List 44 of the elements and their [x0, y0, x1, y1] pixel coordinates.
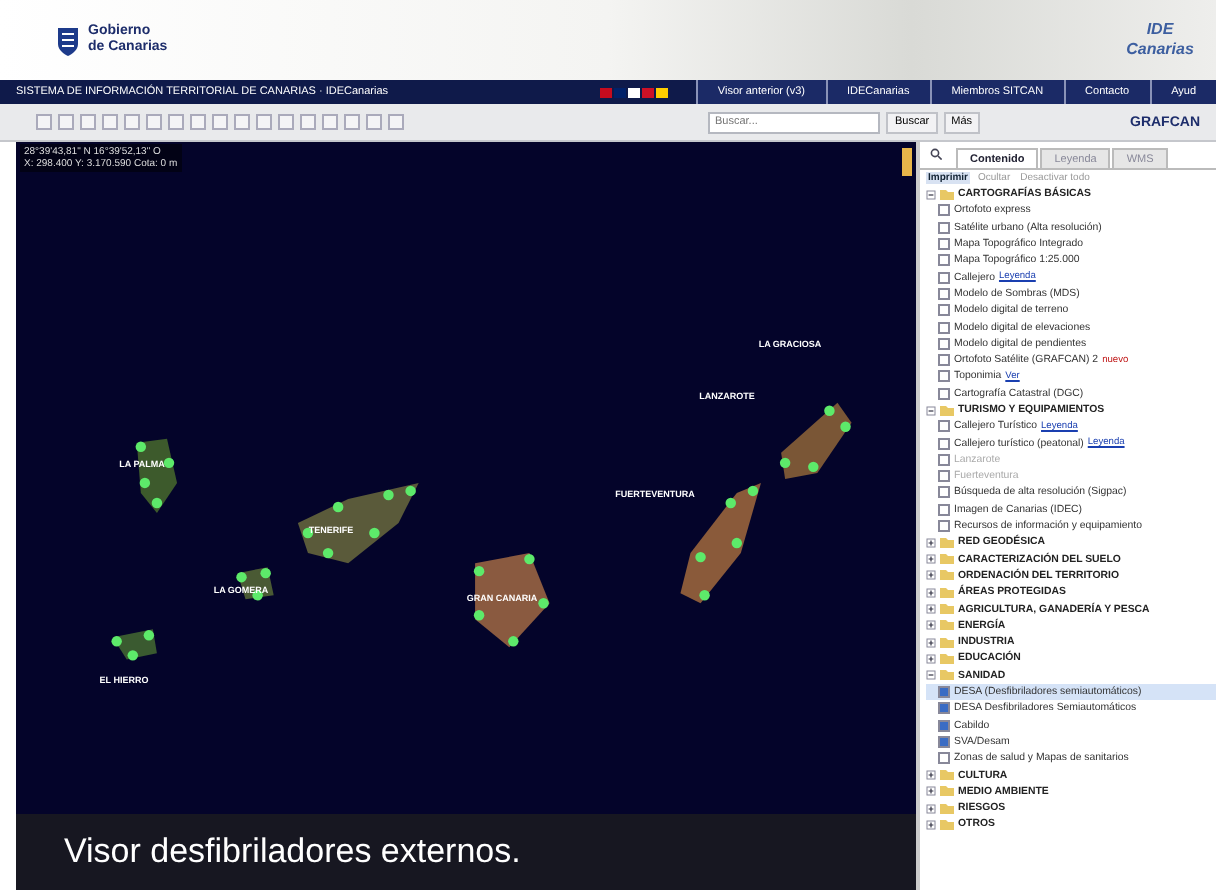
checkbox[interactable] — [938, 520, 950, 533]
checkbox[interactable] — [938, 503, 950, 516]
checkbox[interactable] — [938, 321, 950, 334]
search-icon[interactable] — [930, 148, 942, 160]
checkbox[interactable] — [938, 370, 950, 383]
shield-icon — [56, 24, 80, 56]
checkbox[interactable] — [938, 486, 950, 499]
expand-icon[interactable] — [926, 770, 936, 781]
checkbox[interactable] — [938, 238, 950, 251]
expand-icon[interactable] — [926, 587, 936, 598]
checkbox[interactable] — [938, 271, 950, 284]
caption-text: Visor desfibriladores externos. — [64, 832, 521, 872]
expand-icon[interactable] — [926, 803, 936, 814]
ide-logo-text: IDE Canarias — [1124, 20, 1196, 60]
checkbox[interactable] — [938, 719, 950, 732]
expand-icon[interactable] — [926, 786, 936, 797]
language-flags-icon[interactable] — [599, 87, 668, 97]
checkbox[interactable] — [938, 437, 950, 450]
expand-icon[interactable] — [926, 604, 936, 615]
checkbox[interactable] — [938, 254, 950, 267]
expand-icon[interactable] — [926, 570, 936, 581]
checkbox[interactable] — [938, 354, 950, 367]
checkbox[interactable] — [938, 686, 950, 699]
expand-icon[interactable] — [926, 620, 936, 631]
checkbox[interactable] — [938, 387, 950, 400]
collapse-icon[interactable] — [926, 405, 936, 415]
expand-icon[interactable] — [926, 637, 936, 648]
expand-icon[interactable] — [926, 653, 936, 664]
collapse-icon[interactable] — [926, 189, 936, 200]
folder-icon — [940, 189, 954, 200]
checkbox[interactable] — [938, 221, 950, 234]
checkbox[interactable] — [938, 287, 950, 300]
checkbox[interactable] — [938, 204, 950, 217]
checkbox[interactable] — [938, 304, 950, 317]
expand-icon[interactable] — [926, 537, 936, 548]
checkbox[interactable] — [938, 337, 950, 350]
collapse-icon[interactable] — [926, 670, 936, 681]
checkbox[interactable] — [938, 702, 950, 715]
expand-icon[interactable] — [926, 819, 936, 830]
folder-icon — [940, 405, 954, 415]
expand-icon[interactable] — [926, 554, 936, 565]
checkbox[interactable] — [938, 420, 950, 433]
checkbox[interactable] — [938, 735, 950, 748]
checkbox[interactable] — [938, 752, 950, 765]
